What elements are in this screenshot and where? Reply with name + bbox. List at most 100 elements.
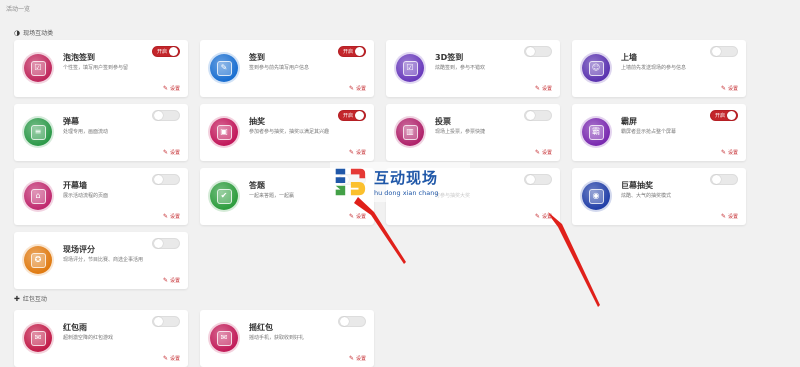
toggle-knob bbox=[526, 47, 535, 56]
edit-icon: ✎ bbox=[348, 149, 354, 156]
enable-toggle[interactable] bbox=[152, 174, 180, 185]
activity-card-shake-red-packet[interactable]: ✉ 摇红包 摇动手机，获取收到好礼 ✎ 设置 bbox=[200, 310, 374, 367]
edit-icon: ✎ bbox=[720, 149, 726, 156]
activity-description: 个性签，填写用户签到参与留 bbox=[63, 65, 129, 71]
settings-link[interactable]: ✎ 设置 bbox=[163, 85, 180, 92]
activity-card-wall[interactable]: ☺ 上墙 上墙前先发送现场的参与信息 ✎ 设置 bbox=[572, 40, 746, 97]
activity-icon: ≡ bbox=[24, 118, 52, 146]
settings-link[interactable]: ✎ 设置 bbox=[163, 277, 180, 284]
activity-card-signin[interactable]: ✎ 签到 签到参与前先填写用户信息 开启 ✎ 设置 bbox=[200, 40, 374, 97]
activity-glyph-icon: ☑ bbox=[402, 60, 418, 76]
settings-label: 设置 bbox=[355, 150, 366, 156]
activity-card-lottery[interactable]: ▣ 抽奖参加者参与抽奖，抽奖以满足其兴趣 开启 ✎ 设置 bbox=[200, 104, 374, 161]
activity-name: 现场评分 bbox=[63, 245, 95, 254]
activity-icon: 霸 bbox=[582, 118, 610, 146]
activity-card-screen-takeover[interactable]: 霸 霸屏 霸屏者显示抢占整个屏幕 开启 ✎ 设置 bbox=[572, 104, 746, 161]
toggle-knob bbox=[727, 111, 736, 120]
enable-toggle[interactable] bbox=[338, 316, 366, 327]
activity-icon: ◉ bbox=[582, 182, 610, 210]
settings-link[interactable]: ✎ 设置 bbox=[163, 213, 180, 220]
watermark: 互动现场 hu dong xian chang bbox=[330, 162, 470, 202]
settings-link[interactable]: ✎ 设置 bbox=[349, 149, 366, 156]
enable-toggle[interactable] bbox=[152, 316, 180, 327]
activity-card-live-rating[interactable]: ✪ 现场评分 现场评分，节目比赛、商选企事活用 ✎ 设置 bbox=[14, 232, 188, 289]
activity-name: 上墙 bbox=[621, 53, 637, 62]
settings-link[interactable]: ✎ 设置 bbox=[535, 85, 552, 92]
section-label: 红包互动 bbox=[22, 296, 47, 303]
activity-name: 3D签到 bbox=[435, 53, 464, 62]
edit-icon: ✎ bbox=[162, 213, 168, 220]
enable-toggle[interactable]: 开启 bbox=[338, 46, 366, 57]
enable-toggle[interactable] bbox=[152, 110, 180, 121]
activity-icon: ✔ bbox=[210, 182, 238, 210]
toggle-knob bbox=[340, 317, 349, 326]
activity-glyph-icon: ≡ bbox=[30, 124, 46, 140]
activity-description: 一起来答题，一起赢 bbox=[249, 193, 295, 199]
toggle-knob bbox=[712, 175, 721, 184]
enable-toggle[interactable] bbox=[152, 238, 180, 249]
activity-description: 参加者参与抽奖，抽奖以满足其兴趣 bbox=[249, 129, 330, 135]
activity-icon: ⌂ bbox=[24, 182, 52, 210]
activity-card-3d-signin[interactable]: ☑ 3D签到炫酷签到，参与不错欢 ✎ 设置 bbox=[386, 40, 560, 97]
activity-description: 展示活动流程的页面 bbox=[63, 193, 109, 199]
settings-link[interactable]: ✎ 设置 bbox=[721, 85, 738, 92]
page-title: 活动一览 bbox=[6, 6, 31, 13]
activity-name: 巨幕抽奖 bbox=[621, 181, 653, 190]
settings-link[interactable]: ✎ 设置 bbox=[535, 149, 552, 156]
activity-description: 炫酷签到，参与不错欢 bbox=[435, 65, 486, 71]
activity-description: 处理专用，画面流动 bbox=[63, 129, 109, 135]
activity-name: 投票 bbox=[435, 117, 451, 126]
settings-link[interactable]: ✎ 设置 bbox=[721, 149, 738, 156]
enable-toggle[interactable]: 开启 bbox=[152, 46, 180, 57]
edit-icon: ✎ bbox=[534, 149, 540, 156]
toggle-label: 开启 bbox=[343, 113, 354, 119]
activity-icon: ▥ bbox=[396, 118, 424, 146]
enable-toggle[interactable] bbox=[524, 46, 552, 57]
enable-toggle[interactable]: 开启 bbox=[710, 110, 738, 121]
activity-name: 弹幕 bbox=[63, 117, 79, 126]
activity-glyph-icon: ✉ bbox=[216, 330, 232, 346]
activity-card-danmaku[interactable]: ≡ 弹幕处理专用，画面流动 ✎ 设置 bbox=[14, 104, 188, 161]
settings-label: 设置 bbox=[355, 214, 366, 220]
settings-label: 设置 bbox=[727, 150, 738, 156]
activity-card-opening-wall[interactable]: ⌂ 开幕墙 展示活动流程的页面 ✎ 设置 bbox=[14, 168, 188, 225]
settings-link[interactable]: ✎ 设置 bbox=[721, 213, 738, 220]
enable-toggle[interactable] bbox=[524, 174, 552, 185]
enable-toggle[interactable] bbox=[710, 46, 738, 57]
settings-link[interactable]: ✎ 设置 bbox=[163, 149, 180, 156]
activity-icon: ✉ bbox=[210, 324, 238, 352]
toggle-knob bbox=[355, 47, 364, 56]
edit-icon: ✎ bbox=[534, 213, 540, 220]
activity-name: 抽奖 bbox=[249, 117, 265, 126]
toggle-knob bbox=[355, 111, 364, 120]
activity-name: 泡泡签到 bbox=[63, 53, 95, 62]
watermark-pinyin: hu dong xian chang bbox=[374, 189, 439, 197]
watermark-logo bbox=[335, 168, 366, 196]
toggle-knob bbox=[526, 175, 535, 184]
activity-name: 红包雨 bbox=[63, 323, 87, 332]
settings-link[interactable]: ✎ 设置 bbox=[349, 85, 366, 92]
activity-icon: ☑ bbox=[396, 54, 424, 82]
activity-glyph-icon: ✪ bbox=[30, 252, 46, 268]
settings-link[interactable]: ✎ 设置 bbox=[163, 355, 180, 362]
edit-icon: ✎ bbox=[162, 149, 168, 156]
settings-link[interactable]: ✎ 设置 bbox=[349, 355, 366, 362]
settings-label: 设置 bbox=[727, 214, 738, 220]
activity-glyph-icon: 霸 bbox=[588, 124, 604, 140]
activity-card-red-packet-rain[interactable]: ✉ 红包雨 超刺激空降的红包游戏 ✎ 设置 bbox=[14, 310, 188, 367]
enable-toggle[interactable] bbox=[710, 174, 738, 185]
enable-toggle[interactable]: 开启 bbox=[338, 110, 366, 121]
settings-link[interactable]: ✎ 设置 bbox=[349, 213, 366, 220]
activity-card-giant-lottery[interactable]: ◉ 巨幕抽奖 炫酷、大气的抽奖模式 ✎ 设置 bbox=[572, 168, 746, 225]
toggle-label: 开启 bbox=[157, 49, 168, 55]
settings-link[interactable]: ✎ 设置 bbox=[535, 213, 552, 220]
activity-card-bubble-signin[interactable]: ☑ 泡泡签到 个性签，填写用户签到参与留 开启 ✎ 设置 bbox=[14, 40, 188, 97]
enable-toggle[interactable] bbox=[524, 110, 552, 121]
activity-glyph-icon: ▣ bbox=[216, 124, 232, 140]
activity-card-vote[interactable]: ▥ 投票现场上投票，参票快捷 ✎ 设置 bbox=[386, 104, 560, 161]
settings-label: 设置 bbox=[169, 214, 180, 220]
activity-glyph-icon: ◉ bbox=[588, 188, 604, 204]
activity-description: 签到参与前先填写用户信息 bbox=[249, 65, 310, 71]
activity-description: 现场上投票，参票快捷 bbox=[435, 129, 486, 135]
activity-glyph-icon: ✎ bbox=[216, 60, 232, 76]
